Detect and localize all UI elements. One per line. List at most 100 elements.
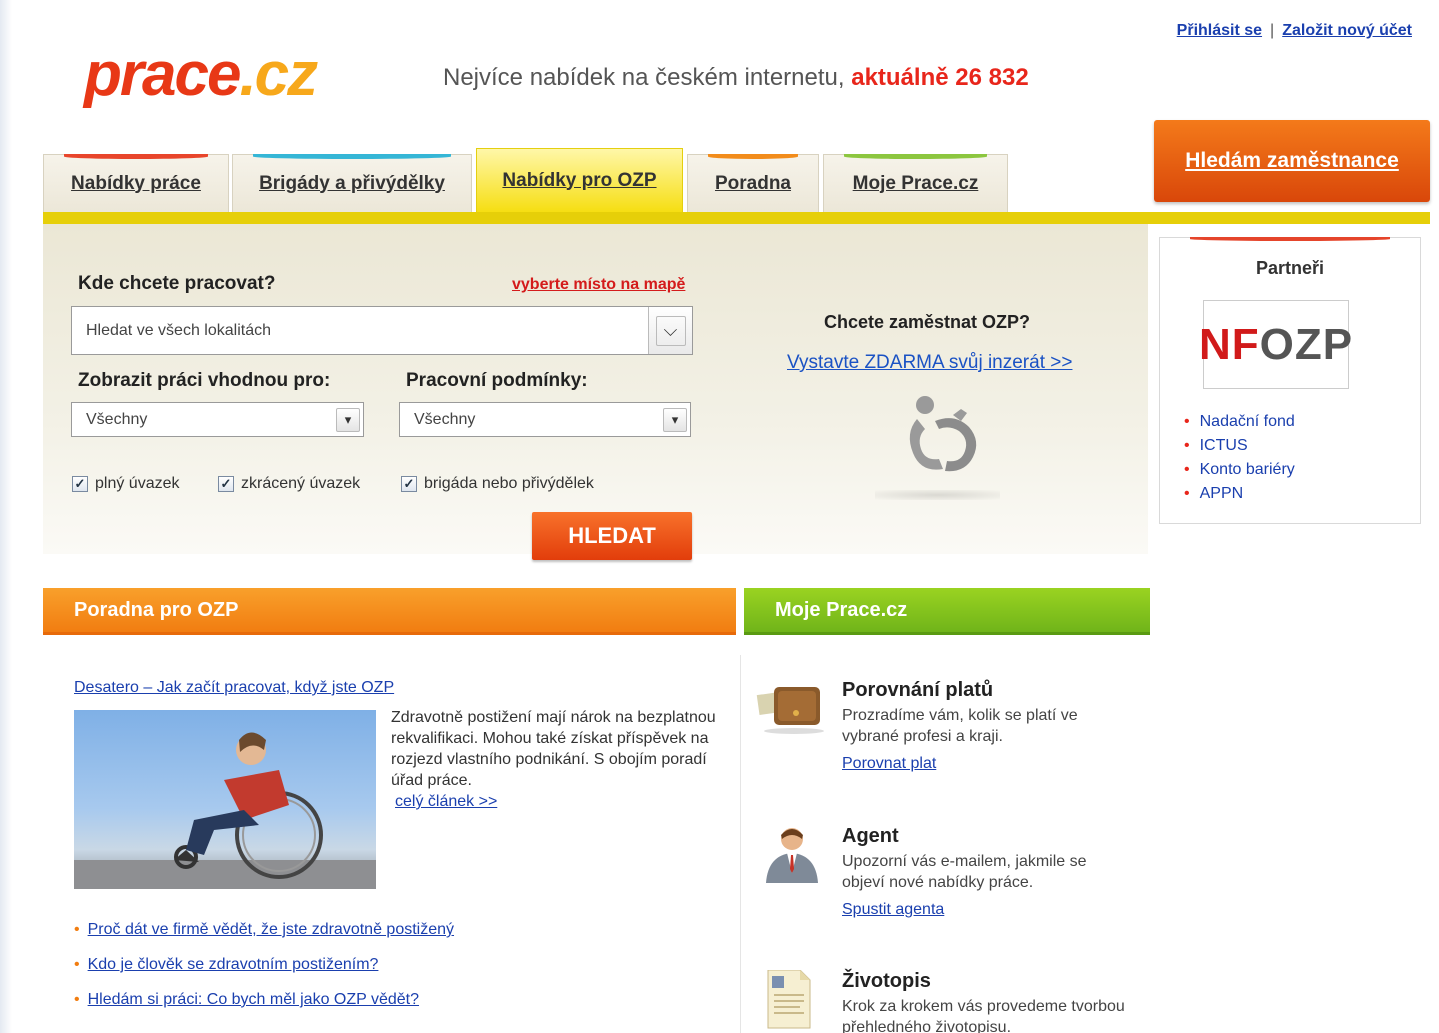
logo-word: prace xyxy=(84,40,241,109)
bullet-icon: • xyxy=(74,921,80,938)
tab-label: Brigády a přivýdělky xyxy=(259,172,445,194)
bullet-icon: • xyxy=(1184,461,1190,478)
feature-title: Životopis xyxy=(842,970,931,992)
tab-accent-bar xyxy=(708,154,798,159)
poradna-link[interactable]: Proč dát ve firmě vědět, že jste zdravot… xyxy=(88,912,454,947)
location-dropdown-toggle[interactable]: ⌵ xyxy=(648,307,692,354)
feature-link[interactable]: Porovnat plat xyxy=(842,755,936,773)
conditions-value: Všechny xyxy=(414,410,476,428)
checkbox-checked-icon[interactable]: ✓ xyxy=(72,476,88,492)
list-item: • Konto bariéry xyxy=(1184,458,1295,482)
list-item: • Nadační fond xyxy=(1184,410,1295,434)
ozp-promo-title: Chcete zaměstnat OZP? xyxy=(824,312,1031,332)
bullet-icon: • xyxy=(74,991,80,1008)
partners-list: • Nadační fond • ICTUS • Konto bariéry • APP… xyxy=(1184,410,1295,506)
feature-title: Porovnání platů xyxy=(842,679,994,701)
site-logo[interactable]: prace.cz xyxy=(84,44,318,106)
suitable-select[interactable]: Všechny ▾ xyxy=(71,402,364,437)
checkbox-part-time[interactable]: ✓ zkrácený úvazek xyxy=(218,475,360,493)
tab-nabidky-prace[interactable]: Nabídky práce xyxy=(43,154,229,212)
feature-agent: Agent Upozorní vás e-mailem, jakmile se … xyxy=(754,825,1134,925)
moje-section-header: Moje Prace.cz xyxy=(744,588,1150,635)
tab-label: Poradna xyxy=(714,172,792,194)
poradna-links: • Proč dát ve firmě vědět, že jste zdravo… xyxy=(74,912,454,1017)
page-edge xyxy=(0,0,12,1033)
employer-button[interactable]: Hledám zaměstnance xyxy=(1154,120,1430,202)
column-divider xyxy=(740,655,741,1033)
chevron-down-icon: ▾ xyxy=(663,407,687,432)
tagline-prefix: Nejvíce nabídek na českém internetu, xyxy=(443,64,845,91)
wallet-icon xyxy=(756,687,824,734)
offer-count: aktuálně 26 832 xyxy=(851,64,1029,91)
bullet-icon: • xyxy=(1184,485,1190,502)
feature-title: Agent xyxy=(842,825,899,847)
conditions-label: Pracovní podmínky: xyxy=(406,370,588,391)
account-links: Přihlásit se | Založit nový účet xyxy=(1177,22,1412,40)
tab-brigady[interactable]: Brigády a přivýdělky xyxy=(232,154,472,212)
checkbox-checked-icon[interactable]: ✓ xyxy=(401,476,417,492)
location-value: Hledat ve všech lokalitách xyxy=(86,321,271,339)
logo-nf: NF xyxy=(1198,319,1260,369)
link-separator: | xyxy=(1270,22,1275,39)
search-button[interactable]: HLEDAT xyxy=(532,512,692,560)
list-item: • ICTUS xyxy=(1184,434,1295,458)
employer-button-label: Hledám zaměstnance xyxy=(1185,149,1399,172)
partner-link[interactable]: Nadační fond xyxy=(1200,410,1295,434)
logo-domain: .cz xyxy=(239,40,318,109)
checkbox-label: plný úvazek xyxy=(95,475,180,492)
tabs-underline xyxy=(43,212,1430,224)
bullet-icon: • xyxy=(1184,437,1190,454)
list-item: • APPN xyxy=(1184,482,1295,506)
partner-link[interactable]: ICTUS xyxy=(1200,434,1248,458)
bullet-icon: • xyxy=(74,956,80,973)
article-summary: Zdravotně postižení mají nárok na bezpla… xyxy=(391,709,716,789)
conditions-dropdown-toggle[interactable]: ▾ xyxy=(660,403,690,436)
article-more-link[interactable]: celý článek >> xyxy=(391,791,721,812)
where-label: Kde chcete pracovat? xyxy=(78,273,276,294)
suitable-label: Zobrazit práci vhodnou pro: xyxy=(78,370,331,391)
icon-shadow xyxy=(875,490,1000,500)
tab-moje-prace[interactable]: Moje Prace.cz xyxy=(823,154,1008,212)
tab-accent-bar xyxy=(253,154,451,159)
feature-desc: Upozorní vás e-mailem, jakmile se objeví… xyxy=(842,853,1087,891)
tab-accent-bar xyxy=(64,154,208,159)
checkbox-label: brigáda nebo přivýdělek xyxy=(424,475,594,492)
partner-link[interactable]: Konto bariéry xyxy=(1200,458,1295,482)
checkbox-checked-icon[interactable]: ✓ xyxy=(218,476,234,492)
ozp-promo-link[interactable]: Vystavte ZDARMA svůj inzerát >> xyxy=(787,352,1072,374)
tab-accent-bar xyxy=(844,154,987,159)
chevron-down-icon: ⌵ xyxy=(655,315,686,346)
poradna-section-header: Poradna pro OZP xyxy=(43,588,736,635)
location-select[interactable]: Hledat ve všech lokalitách ⌵ xyxy=(71,306,693,355)
register-link[interactable]: Založit nový účet xyxy=(1282,22,1412,40)
feature-link[interactable]: Spustit agenta xyxy=(842,901,944,919)
checkbox-side-job[interactable]: ✓ brigáda nebo přivýdělek xyxy=(401,475,594,493)
feature-desc: Krok za krokem vás provedeme tvorbou pře… xyxy=(842,998,1125,1033)
list-item: • Hledám si práci: Co bych měl jako OZP v… xyxy=(74,982,454,1017)
wheelchair-person-image xyxy=(74,732,376,889)
article-image[interactable] xyxy=(74,710,376,889)
login-link[interactable]: Přihlásit se xyxy=(1177,22,1262,40)
partners-box: Partneři NF OZP • Nadační fond • ICTUS • Kon… xyxy=(1159,237,1421,524)
partners-title: Partneři xyxy=(1255,258,1325,278)
checkbox-full-time[interactable]: ✓ plný úvazek xyxy=(72,475,180,493)
tab-nabidky-ozp[interactable]: Nabídky pro OZP xyxy=(476,148,683,212)
logo-ozp: OZP xyxy=(1259,319,1354,369)
article-title-link[interactable]: Desatero – Jak začít pracovat, když jste… xyxy=(74,679,394,697)
map-link[interactable]: vyberte místo na mapě xyxy=(512,276,685,294)
tab-label: Nabídky práce xyxy=(71,172,201,194)
cv-document-icon xyxy=(767,970,811,1029)
list-item: • Proč dát ve firmě vědět, že jste zdravo… xyxy=(74,912,454,947)
tab-poradna[interactable]: Poradna xyxy=(687,154,819,212)
chevron-down-icon: ▾ xyxy=(336,407,360,432)
feature-salary: Porovnání platů Prozradíme vám, kolik se… xyxy=(754,679,1134,779)
suitable-value: Všechny xyxy=(86,410,148,428)
partner-link[interactable]: APPN xyxy=(1200,482,1244,506)
nfozp-logo[interactable]: NF OZP xyxy=(1199,300,1352,389)
suitable-dropdown-toggle[interactable]: ▾ xyxy=(333,403,363,436)
poradna-link[interactable]: Hledám si práci: Co bych měl jako OZP vě… xyxy=(88,982,419,1017)
poradna-link[interactable]: Kdo je člověk se zdravotním postižením? xyxy=(88,947,379,982)
conditions-select[interactable]: Všechny ▾ xyxy=(399,402,691,437)
agent-person-icon xyxy=(766,828,818,883)
tab-label: Moje Prace.cz xyxy=(852,172,979,194)
